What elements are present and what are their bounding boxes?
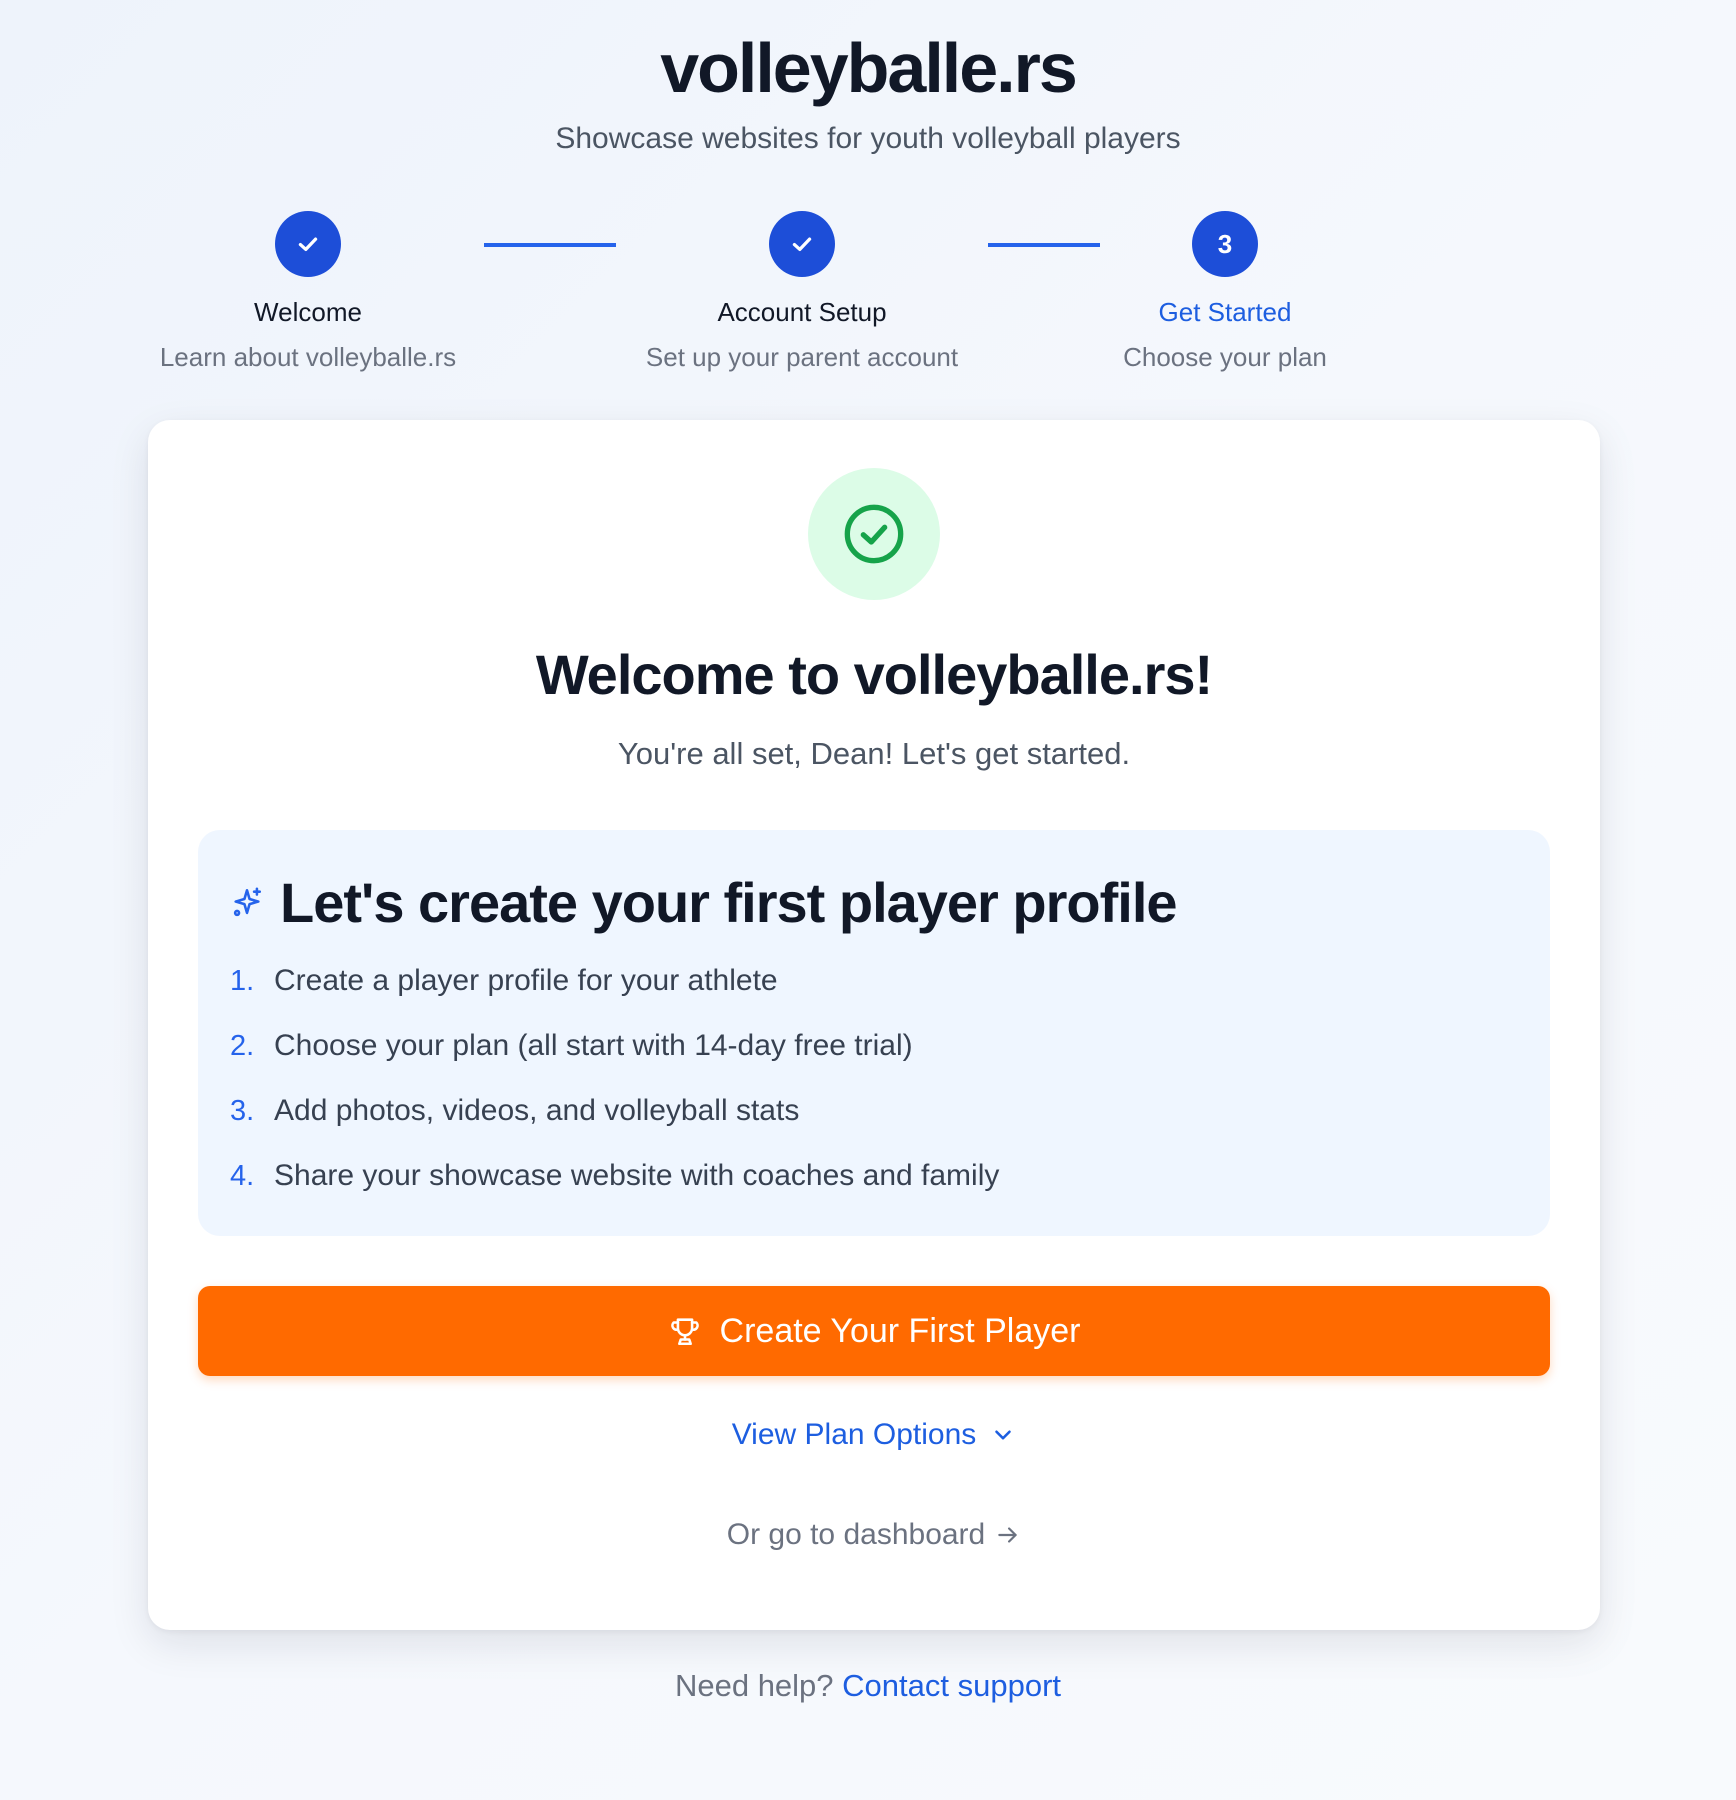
list-item: 1. Create a player profile for your athl… xyxy=(230,964,999,1029)
step-welcome-title: Welcome xyxy=(254,297,362,327)
success-badge xyxy=(808,468,940,600)
check-icon xyxy=(792,237,812,252)
step-account-setup: Account Setup Set up your parent account xyxy=(592,211,1012,373)
contact-support-link[interactable]: Contact support xyxy=(842,1668,1061,1703)
step-account-setup-title: Account Setup xyxy=(717,297,887,327)
step-get-started-subtitle: Choose your plan xyxy=(1123,342,1327,372)
go-to-dashboard-link[interactable]: Or go to dashboard xyxy=(148,1518,1600,1552)
help-text: Need help? xyxy=(674,1668,834,1703)
step-get-started: 3 Get Started Choose your plan xyxy=(1015,211,1435,373)
view-plan-options-label: View Plan Options xyxy=(731,1418,977,1451)
view-plan-options-link[interactable]: View Plan Options xyxy=(148,1418,1600,1452)
welcome-card: Welcome to volleyballe.rs! You're all se… xyxy=(148,420,1600,1630)
list-item-text: Share your showcase website with coaches… xyxy=(274,1159,1000,1192)
create-first-player-button[interactable]: Create Your First Player xyxy=(198,1286,1550,1376)
sparkles-icon xyxy=(233,887,262,916)
list-item-number: 1. xyxy=(230,965,255,997)
step-welcome-indicator xyxy=(275,211,341,277)
list-item: 3. Add photos, videos, and volleyball st… xyxy=(230,1094,999,1159)
brand-title: volleyballe.rs xyxy=(660,29,1078,107)
step-account-setup-subtitle: Set up your parent account xyxy=(645,342,959,372)
onboarding-steps-list: 1. Create a player profile for your athl… xyxy=(230,964,999,1224)
tagline: Showcase websites for youth volleyball p… xyxy=(555,122,1181,155)
list-item-text: Choose your plan (all start with 14-day … xyxy=(274,1029,913,1062)
list-item-text: Add photos, videos, and volleyball stats xyxy=(274,1094,800,1127)
welcome-heading: Welcome to volleyballe.rs! xyxy=(535,643,1213,706)
first-player-info-box: Let's create your first player profile 1… xyxy=(198,830,1550,1236)
step-welcome-subtitle: Learn about volleyballe.rs xyxy=(159,342,457,372)
chevron-down-icon xyxy=(995,1430,1012,1440)
go-to-dashboard-label: Or go to dashboard xyxy=(726,1518,986,1551)
step-get-started-indicator: 3 xyxy=(1192,211,1258,277)
list-item-text: Create a player profile for your athlete xyxy=(274,964,778,997)
step-account-setup-indicator xyxy=(769,211,835,277)
step-welcome: Welcome Learn about volleyballe.rs xyxy=(98,211,518,373)
arrow-right-icon xyxy=(998,1527,1017,1543)
list-item: 2. Choose your plan (all start with 14-d… xyxy=(230,1029,999,1094)
list-item-number: 4. xyxy=(230,1160,255,1192)
welcome-subheading: You're all set, Dean! Let's get started. xyxy=(617,736,1131,771)
list-item-number: 3. xyxy=(230,1095,255,1127)
step-get-started-title: Get Started xyxy=(1158,297,1292,327)
check-icon xyxy=(298,237,318,252)
create-first-player-label: Create Your First Player xyxy=(719,1311,1081,1350)
list-item: 4. Share your showcase website with coac… xyxy=(230,1159,999,1224)
check-circle-icon xyxy=(844,504,904,564)
help-footer: Need help? Contact support xyxy=(0,1668,1736,1704)
list-item-number: 2. xyxy=(230,1030,255,1062)
info-heading-text: Let's create your first player profile xyxy=(280,871,1178,934)
info-heading: Let's create your first player profile xyxy=(230,870,1178,935)
trophy-icon xyxy=(670,1318,699,1346)
